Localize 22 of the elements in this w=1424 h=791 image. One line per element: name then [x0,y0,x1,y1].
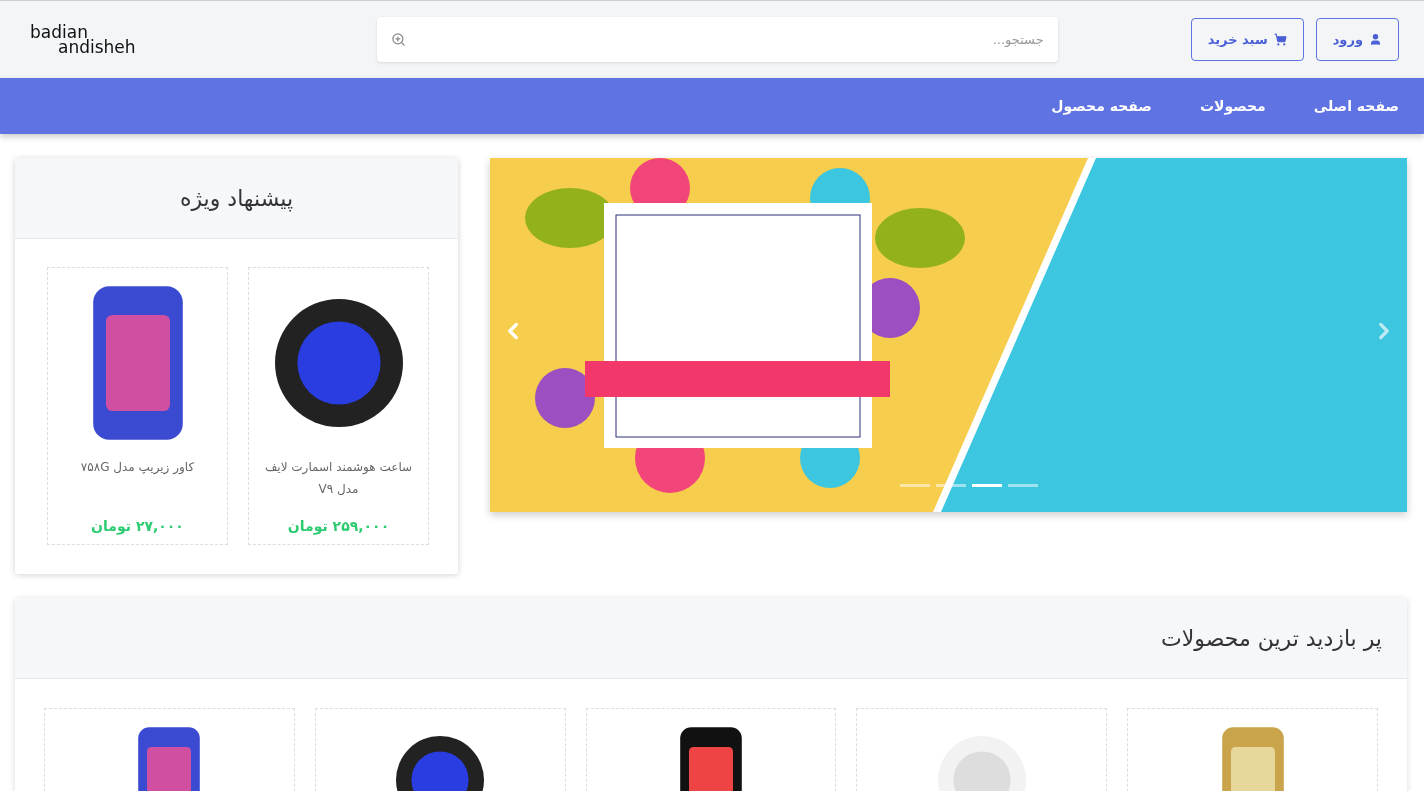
product-card[interactable]: ساعت هوشمند اسمارت لایف مدل V۹ ۲۵۹,۰۰۰ تومان [248,267,429,545]
product-name: ساعت هوشمند اسمارت لایف مدل V۹ [263,459,414,498]
nav-link[interactable]: صفحه محصول [1051,98,1152,114]
login-button[interactable]: ورود [1315,18,1399,61]
user-icon [1369,33,1382,46]
slide-indicator[interactable] [900,484,930,487]
slide-indicator[interactable] [1008,484,1038,487]
cart-icon [1273,33,1287,46]
nav-link[interactable]: محصولات [1199,98,1266,114]
product-name: کاور زیریپ مدل ۷۵۸G [80,459,195,477]
product-card[interactable]: کاور زیریپ مدل ۷۵۸G ۲۷,۰۰۰ تومان [47,267,228,545]
nav-link[interactable]: صفحه اصلی [1313,98,1399,114]
search-field[interactable]: جستجو... [376,17,1058,62]
slide-indicator[interactable] [936,484,966,487]
section-title: پر بازدید ترین محصولات [1161,625,1383,651]
cart-button[interactable]: سبد خرید [1190,18,1304,61]
product-price: ۲۵۹,۰۰۰ تومان [287,518,390,534]
slide-indicator[interactable] [972,484,1002,487]
logo[interactable]: badian andisheh [30,24,136,55]
card-title: پیشنهاد ویژه [178,185,295,211]
product-price: ۲۷,۰۰۰ تومان [91,518,184,534]
zoom-in-icon [390,32,406,47]
